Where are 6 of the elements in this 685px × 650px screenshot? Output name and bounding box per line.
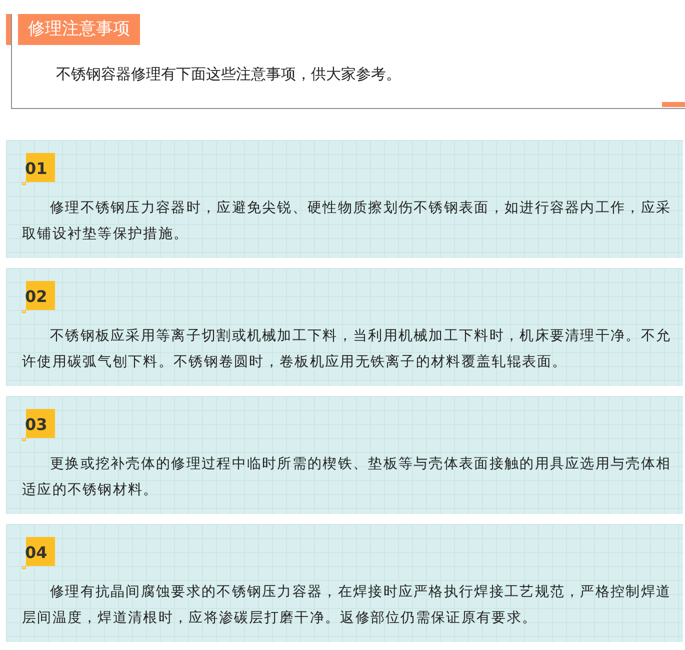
tip-text: 修理有抗晶间腐蚀要求的不锈钢压力容器，在焊接时应严格执行焊接工艺规范，严格控制焊道层间温度，焊道清根时，应将渗碳层打磨干净。返修部位仍需保证原有要求。 (22, 583, 672, 628)
tip-text: 不锈钢板应采用等离子切割或机械加工下料，当利用机械加工下料时，机床要清理干净。不允许使用碳弧气刨下料。不锈钢卷圆时，卷板机应用无铁离子的材料覆盖轧辊表面。 (22, 327, 672, 372)
tip-text: 更换或挖补壳体的修理过程中临时所需的楔铁、垫板等与壳体表面接触的用具应选用与壳体相适应的不锈钢材料。 (22, 455, 672, 500)
tip-text: 修理不锈钢压力容器时，应避免尖锐、硬性物质擦划伤不锈钢表面，如进行容器内工作，应采取铺设衬垫等保护措施。 (22, 199, 672, 244)
intro-text: 不锈钢容器修理有下面这些注意事项，供大家参考。 (56, 65, 401, 84)
section-title: 修理注意事项 (18, 14, 140, 45)
